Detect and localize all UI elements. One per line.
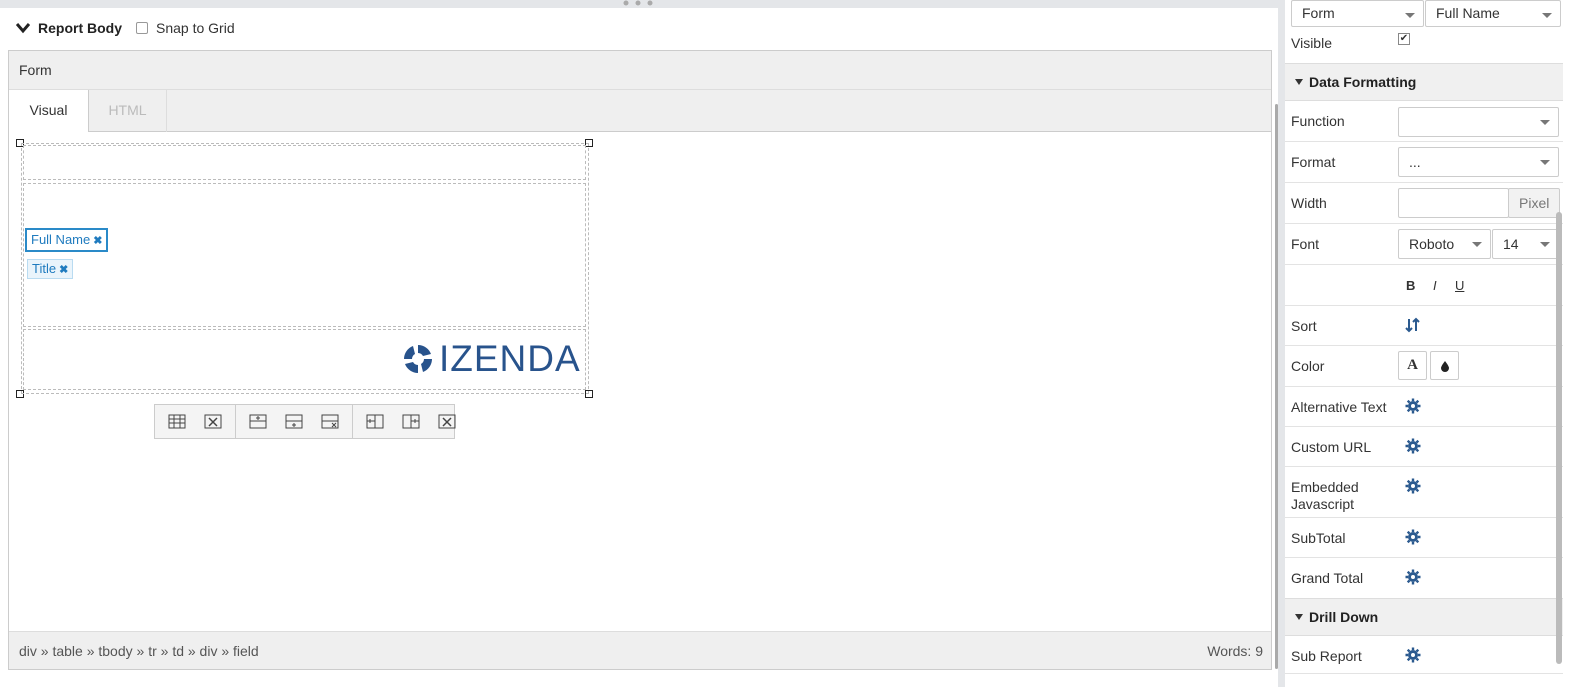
- alt-text-row: Alternative Text: [1285, 387, 1563, 427]
- text-style-row: B I U: [1285, 265, 1563, 306]
- chevron-down-icon: [1542, 13, 1552, 18]
- grand-total-row: Grand Total: [1285, 558, 1563, 598]
- remove-icon[interactable]: ✖: [59, 264, 68, 276]
- custom-url-row: Custom URL: [1285, 427, 1563, 467]
- grand-total-label: Grand Total: [1291, 570, 1364, 586]
- drop-icon: [1440, 360, 1449, 372]
- table-cell-body[interactable]: [23, 183, 586, 327]
- delete-column-icon[interactable]: [429, 408, 465, 436]
- font-row: Font Roboto 14: [1285, 224, 1563, 265]
- report-body-header: Report Body Snap to Grid: [16, 18, 235, 38]
- gear-icon[interactable]: [1405, 647, 1421, 663]
- editor-tabs: Visual HTML: [9, 90, 1271, 133]
- sub-report-label: Sub Report: [1291, 648, 1362, 664]
- visible-checkbox[interactable]: ✔: [1398, 33, 1410, 45]
- format-label: Format: [1291, 154, 1336, 170]
- chevron-down-icon[interactable]: [16, 21, 30, 35]
- remove-icon[interactable]: ✖: [93, 235, 102, 247]
- table-cell-header[interactable]: [23, 145, 586, 180]
- field-chip-label: Full Name: [31, 232, 91, 247]
- font-label: Font: [1291, 236, 1320, 252]
- form-title-bar: Form: [9, 51, 1271, 90]
- collapse-triangle-icon: [1295, 79, 1303, 85]
- width-label: Width: [1291, 195, 1327, 211]
- italic-button[interactable]: I: [1433, 278, 1437, 293]
- insert-table-icon[interactable]: [159, 408, 195, 436]
- report-body-panel: Report Body Snap to Grid Form Visual HTM…: [0, 8, 1278, 687]
- form-editor: Form Visual HTML Full Name ✖ Title ✖ IZE…: [8, 50, 1272, 670]
- underline-button[interactable]: U: [1455, 278, 1464, 293]
- snap-to-grid-label: Snap to Grid: [156, 20, 235, 36]
- report-body-title[interactable]: Report Body: [38, 20, 122, 36]
- status-bar: div » table » tbody » tr » td » div » fi…: [9, 631, 1271, 669]
- sub-report-row: Sub Report: [1285, 636, 1563, 674]
- gear-icon[interactable]: [1405, 438, 1421, 454]
- word-count: Words: 9: [1207, 643, 1263, 659]
- embedded-js-label-2: Javascript: [1291, 496, 1355, 512]
- chevron-down-icon: [1405, 13, 1415, 18]
- alt-text-label: Alternative Text: [1291, 399, 1387, 415]
- element-path[interactable]: div » table » tbody » tr » td » div » fi…: [19, 643, 259, 659]
- chevron-down-icon: [1472, 242, 1482, 247]
- format-select[interactable]: ...: [1398, 147, 1559, 177]
- embedded-js-label: Embedded: [1291, 479, 1359, 495]
- gear-icon[interactable]: [1405, 529, 1421, 545]
- gear-icon[interactable]: [1405, 478, 1421, 494]
- element-select[interactable]: Form: [1291, 0, 1424, 27]
- width-row: Width Pixel: [1285, 183, 1563, 224]
- custom-url-label: Custom URL: [1291, 439, 1372, 455]
- function-label: Function: [1291, 113, 1345, 129]
- text-color-button[interactable]: A: [1398, 351, 1427, 380]
- chevron-down-icon: [1540, 120, 1550, 125]
- field-chip-label: Title: [32, 261, 57, 276]
- color-label: Color: [1291, 358, 1325, 374]
- visible-row: Visible ✔: [1285, 28, 1563, 64]
- insert-row-above-icon[interactable]: [240, 408, 276, 436]
- sort-icon[interactable]: [1405, 317, 1421, 333]
- field-select[interactable]: Full Name: [1425, 0, 1561, 27]
- canvas-scrollbar[interactable]: [1275, 104, 1278, 669]
- tab-visual[interactable]: Visual: [9, 90, 89, 133]
- chevron-down-icon: [1540, 242, 1550, 247]
- function-select[interactable]: [1398, 107, 1559, 137]
- fill-color-button[interactable]: [1430, 351, 1459, 380]
- field-chip-full-name[interactable]: Full Name ✖: [25, 228, 109, 252]
- izenda-logo: IZENDA: [401, 340, 581, 377]
- delete-table-icon[interactable]: [195, 408, 231, 436]
- snap-to-grid-checkbox[interactable]: [136, 22, 148, 34]
- table-toolbar: [154, 404, 456, 439]
- function-row: Function: [1285, 101, 1563, 142]
- gear-icon[interactable]: [1405, 569, 1421, 585]
- bold-button[interactable]: B: [1406, 278, 1415, 293]
- properties-scrollbar[interactable]: [1556, 212, 1562, 664]
- width-unit-button[interactable]: Pixel: [1508, 188, 1560, 218]
- insert-row-below-icon[interactable]: [276, 408, 312, 436]
- subtotal-label: SubTotal: [1291, 530, 1346, 546]
- section-data-formatting[interactable]: Data Formatting: [1285, 63, 1563, 101]
- field-chip-title[interactable]: Title ✖: [27, 259, 74, 279]
- gear-icon[interactable]: [1405, 398, 1421, 414]
- collapse-triangle-icon: [1295, 614, 1303, 620]
- design-canvas[interactable]: Full Name ✖ Title ✖ IZENDA: [9, 132, 1271, 632]
- resize-grip[interactable]: [622, 0, 654, 6]
- sort-label: Sort: [1291, 318, 1317, 334]
- delete-row-icon[interactable]: [312, 408, 348, 436]
- visible-label: Visible: [1291, 35, 1332, 51]
- chevron-down-icon: [1540, 160, 1550, 165]
- format-row: Format ...: [1285, 142, 1563, 183]
- embedded-js-row: Embedded Javascript: [1285, 467, 1563, 518]
- subtotal-row: SubTotal: [1285, 518, 1563, 558]
- font-size-select[interactable]: 14: [1492, 229, 1559, 259]
- izenda-logo-mark-icon: [404, 345, 432, 373]
- insert-column-left-icon[interactable]: [357, 408, 393, 436]
- insert-column-right-icon[interactable]: [393, 408, 429, 436]
- sort-row: Sort: [1285, 306, 1563, 346]
- color-row: Color A: [1285, 346, 1563, 387]
- width-input[interactable]: [1398, 188, 1509, 218]
- font-family-select[interactable]: Roboto: [1398, 229, 1491, 259]
- section-drill-down[interactable]: Drill Down: [1285, 598, 1563, 636]
- properties-panel: Form Full Name Visible ✔ Data Formatting…: [1285, 0, 1571, 687]
- tab-html[interactable]: HTML: [89, 90, 167, 132]
